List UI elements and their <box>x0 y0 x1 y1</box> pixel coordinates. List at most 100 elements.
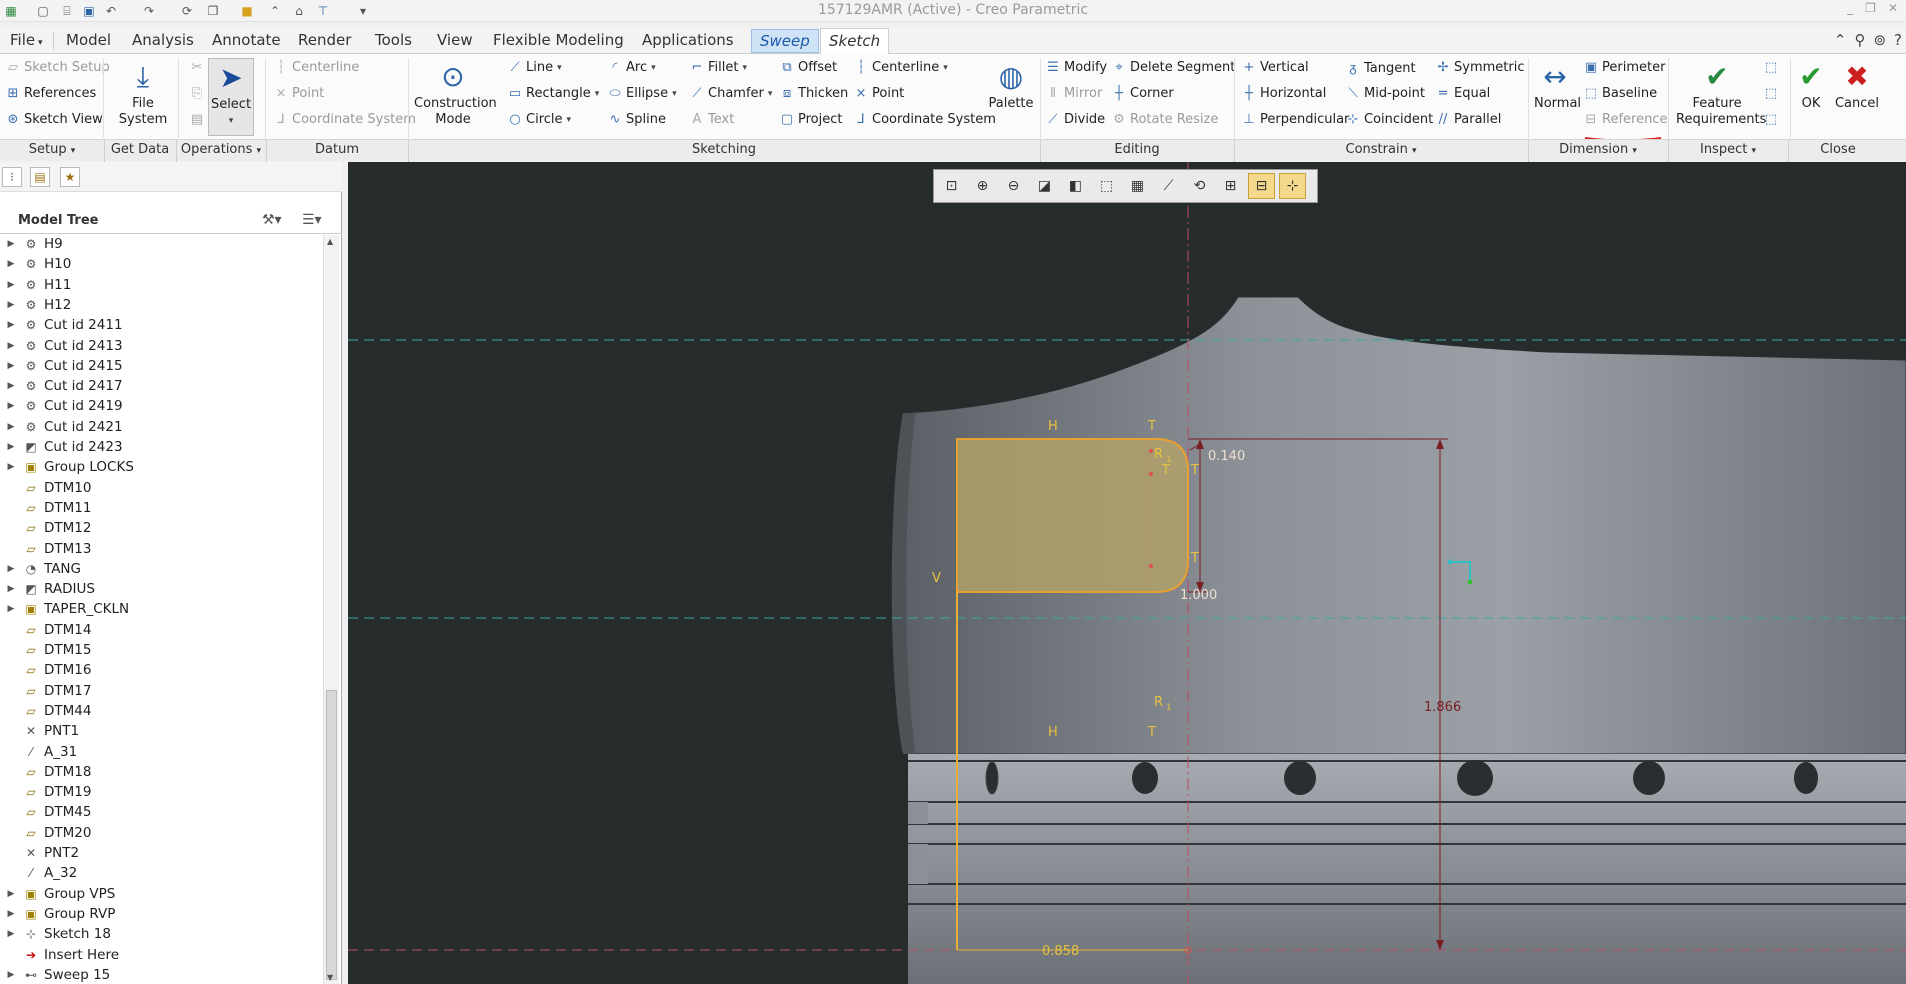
equal-constraint-button[interactable]: = Equal <box>1436 86 1491 101</box>
tree-item[interactable]: ▶ ⊷ Sweep 15 <box>0 965 322 984</box>
file-system-button[interactable]: ⤓ File System <box>118 58 168 128</box>
tab-sketch[interactable]: Sketch <box>820 28 890 55</box>
tree-item[interactable]: ▱ DTM16 <box>0 660 322 680</box>
sketch-point[interactable] <box>1149 564 1153 568</box>
tree-item[interactable]: ▱ DTM14 <box>0 620 322 640</box>
cut-button[interactable]: ✂ <box>190 60 204 75</box>
tab-tools[interactable]: Tools <box>367 28 420 54</box>
expand-arrow-icon[interactable]: ▶ <box>0 320 22 330</box>
tree-item[interactable]: ▶ ◩ Cut id 2423 <box>0 437 322 457</box>
tree-item[interactable]: ➔ Insert Here <box>0 945 322 965</box>
sketch-point[interactable] <box>1149 449 1153 453</box>
coordinate-system-button[interactable]: ⅃ Coordinate System <box>854 112 996 127</box>
tree-item[interactable]: ▱ DTM44 <box>0 701 322 721</box>
model-tree-tab-icon[interactable]: ⁝ <box>2 167 22 187</box>
offset-button[interactable]: ⧉ Offset <box>780 60 837 75</box>
coincident-constraint-button[interactable]: ⊹ Coincident <box>1346 112 1434 127</box>
repaint-icon[interactable]: ◪ <box>1031 173 1058 199</box>
sketch-view-icon[interactable]: ⊹ <box>1279 173 1306 199</box>
tree-item[interactable]: ▶ ▣ Group RVP <box>0 904 322 924</box>
mirror-button[interactable]: ⫴ Mirror <box>1046 86 1102 101</box>
view-manager-icon[interactable]: ▦ <box>1124 173 1151 199</box>
tree-item[interactable]: ▱ DTM15 <box>0 640 322 660</box>
zoom-in-icon[interactable]: ⊕ <box>969 173 996 199</box>
tree-item[interactable]: ⁄ A_31 <box>0 742 322 762</box>
circle-button[interactable]: ○ Circle ▾ <box>508 112 571 127</box>
ellipse-button[interactable]: ⬭ Ellipse ▾ <box>608 86 676 101</box>
datum-point-button[interactable]: × Point <box>274 86 325 101</box>
tree-item[interactable]: ▶ ⊹ Sketch 18 <box>0 924 322 944</box>
zoom-out-icon[interactable]: ⊖ <box>1000 173 1027 199</box>
inspect-tool-1[interactable]: ⬚ <box>1764 60 1778 75</box>
group-inspect[interactable]: Inspect ▾ <box>1668 142 1788 157</box>
scroll-down-icon[interactable]: ▼ <box>327 973 333 982</box>
tree-item[interactable]: ▶ ▣ Group LOCKS <box>0 457 322 477</box>
expand-arrow-icon[interactable]: ▶ <box>0 422 22 432</box>
tree-settings-icon[interactable]: ⚒▾ <box>262 212 282 228</box>
cancel-button[interactable]: ✖ Cancel <box>1832 58 1882 112</box>
tree-item[interactable]: ▱ DTM17 <box>0 681 322 701</box>
modify-button[interactable]: ☰ Modify <box>1046 60 1107 75</box>
expand-arrow-icon[interactable]: ▶ <box>0 564 22 574</box>
chamfer-button[interactable]: ⟋ Chamfer ▾ <box>690 86 772 101</box>
project-button[interactable]: ▢ Project <box>780 112 843 127</box>
tree-item[interactable]: ▶ ⚙ H11 <box>0 275 322 295</box>
community-icon[interactable]: ⊚ <box>1873 31 1886 49</box>
perpendicular-constraint-button[interactable]: ⊥ Perpendicular <box>1242 112 1349 127</box>
minimize-icon[interactable]: _ <box>1847 1 1853 15</box>
expand-arrow-icon[interactable]: ▶ <box>0 361 22 371</box>
datum-centerline-button[interactable]: ┆ Centerline <box>274 60 359 75</box>
tree-item[interactable]: ▶ ⚙ Cut id 2421 <box>0 417 322 437</box>
parallel-constraint-button[interactable]: // Parallel <box>1436 112 1502 127</box>
expand-arrow-icon[interactable]: ▶ <box>0 604 22 614</box>
expand-arrow-icon[interactable]: ▶ <box>0 442 22 452</box>
tab-render[interactable]: Render <box>290 28 359 54</box>
reference-button[interactable]: ⊟ Reference <box>1584 112 1668 127</box>
dim-value-radius[interactable]: 0.140 <box>1208 449 1245 464</box>
expand-arrow-icon[interactable]: ▶ <box>0 280 22 290</box>
paste-button[interactable]: ▤ <box>190 112 204 127</box>
graphics-window[interactable]: H T T T T H T V R 1 R 1 0.140 1.000 1.86… <box>348 162 1906 984</box>
tree-item[interactable]: ▶ ◔ TANG <box>0 559 322 579</box>
favorites-icon[interactable]: ★ <box>60 167 80 187</box>
sketch-setup-button[interactable]: ▱ Sketch Setup <box>6 60 110 75</box>
group-setup[interactable]: Setup ▾ <box>0 142 104 157</box>
dim-value-width[interactable]: 0.858 <box>1042 944 1079 959</box>
display-style-icon[interactable]: ◧ <box>1062 173 1089 199</box>
symmetric-constraint-button[interactable]: ✢ Symmetric <box>1436 60 1525 75</box>
tab-flexible-modeling[interactable]: Flexible Modeling <box>485 28 632 54</box>
tree-item[interactable]: ▶ ⚙ H9 <box>0 235 322 254</box>
expand-arrow-icon[interactable]: ▶ <box>0 889 22 899</box>
inspect-tool-3[interactable]: ⬚ <box>1764 112 1778 127</box>
expand-arrow-icon[interactable]: ▶ <box>0 929 22 939</box>
tree-item[interactable]: ▶ ▣ TAPER_CKLN <box>0 599 322 619</box>
point-button[interactable]: × Point <box>854 86 905 101</box>
construction-mode-button[interactable]: ⊙ Construction Mode <box>414 58 497 128</box>
tree-item[interactable]: ▱ DTM18 <box>0 762 322 782</box>
palette-button[interactable]: ◍ Palette <box>988 58 1034 112</box>
group-constrain[interactable]: Constrain ▾ <box>1234 142 1528 157</box>
expand-arrow-icon[interactable]: ▶ <box>0 462 22 472</box>
sketch-view-button[interactable]: ⊛ Sketch View <box>6 112 103 127</box>
close-icon[interactable]: ✕ <box>1888 1 1898 15</box>
tab-annotate[interactable]: Annotate <box>204 28 289 54</box>
expand-arrow-icon[interactable]: ▶ <box>0 909 22 919</box>
tree-item[interactable]: ▱ DTM12 <box>0 518 322 538</box>
spline-button[interactable]: ∿ Spline <box>608 112 666 127</box>
tree-item[interactable]: ▱ DTM20 <box>0 823 322 843</box>
collapse-ribbon-icon[interactable]: ⌃ <box>1834 31 1847 49</box>
sketcher-display-filters-icon[interactable]: ⊟ <box>1248 173 1275 199</box>
vertical-constraint-button[interactable]: + Vertical <box>1242 60 1309 75</box>
fillet-button[interactable]: ⌐ Fillet ▾ <box>690 60 747 75</box>
expand-arrow-icon[interactable]: ▶ <box>0 239 22 249</box>
tree-item[interactable]: ▱ DTM11 <box>0 498 322 518</box>
tree-item[interactable]: ▱ DTM45 <box>0 802 322 822</box>
midpoint-constraint-button[interactable]: ⟍ Mid-point <box>1346 86 1425 101</box>
spin-center-icon[interactable]: ⟲ <box>1186 173 1213 199</box>
expand-arrow-icon[interactable]: ▶ <box>0 381 22 391</box>
expand-arrow-icon[interactable]: ▶ <box>0 584 22 594</box>
tangent-constraint-button[interactable]: ᵹ Tangent <box>1346 60 1415 77</box>
sketch-point[interactable] <box>1149 472 1153 476</box>
tree-item[interactable]: ✕ PNT1 <box>0 721 322 741</box>
annotation-display-icon[interactable]: ⊞ <box>1217 173 1244 199</box>
